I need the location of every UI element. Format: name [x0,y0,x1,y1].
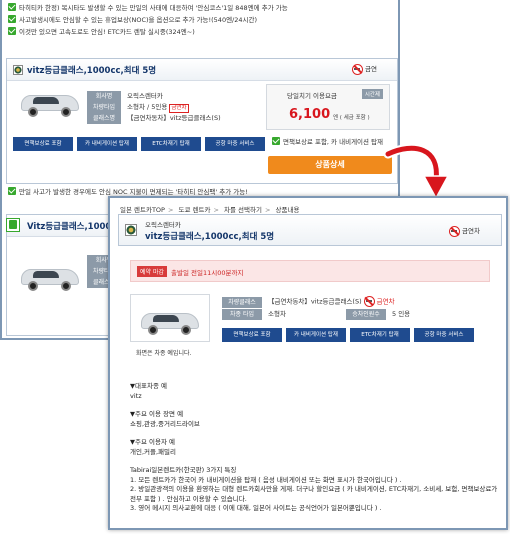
breadcrumb: 일본 렌트카TOP > 도쿄 렌트카 > 차를 선택하기 > 상품내용 [120,206,300,214]
feature-navi-button[interactable]: 카 내비게이션 탑재 [286,328,346,342]
spec-label: 차종 타입 [222,309,262,320]
checkmark-icon [8,15,16,23]
spec-label: 클래스명 [87,113,121,124]
price-value: 6,100 [289,107,331,122]
breadcrumb-item[interactable]: 도쿄 렌트카 [179,206,211,214]
no-smoking-icon [352,63,363,75]
spec-label: 차량클래스 [222,296,262,308]
checkmark-icon [8,27,16,35]
car-image [19,261,81,293]
spec-table: 회사명 오릭스렌터카 차량타입 소형차 / 5인용 금연차 클래스명 【금연차동차】vi… [87,91,221,124]
desc-body: 개인,커플,패밀리 [130,447,176,456]
detail-header: 오릭스렌터카 vitz등급클래스,1000cc,최대 5명 금연차 [118,214,502,246]
feature-airport-button[interactable]: 공항 마중 서비스 [205,137,265,151]
car-type-value: 소형차 [268,310,286,318]
product-detail-button[interactable]: 상품상세 [268,156,392,174]
company-logo-icon [13,65,23,75]
company-logo-icon [125,224,137,236]
price-tag: 시간제 [361,89,383,99]
feature-airport-button[interactable]: 공항 마중 서비스 [414,328,474,342]
feature-item: 3. 영어 메시지 의사교환에 대응 ( 이에 대해, 일본어 사이트는 공식언… [130,504,382,512]
no-smoking-icon [363,296,375,307]
card-title[interactable]: vitz등급클래스,1000cc,최대 5명 [27,64,156,76]
desc-heading: ▼주요 이용자 예 [130,438,176,446]
spec-label: 승차인원수 [346,309,386,320]
notice-line: 타히티카 한정) 복시타도 발생할 수 있는 만일의 사태에 대응하여 '안심코… [8,2,288,12]
car-image [139,305,201,337]
spec-label: 차량타입 [87,102,121,113]
notice-line: 사고발생시에도 안심할 수 있는 휴업보상(NOC)을 옵션으로 추가 가능!(… [8,14,257,24]
feature-etc-button[interactable]: ETC차재기 탑재 [350,328,410,342]
no-smoking-icon [449,225,460,237]
detail-window: 일본 렌트카TOP > 도쿄 렌트카 > 차를 선택하기 > 상품내용 오릭스렌터카 … [108,196,508,530]
spec-table: 차량클래스 【금연차동차】vitz등급클래스(S) 금연차 차종 타입 소형차 승차인원… [222,296,410,322]
feature-insurance-button[interactable]: 면책보상료 포함 [222,328,282,342]
feature-item: 2. 방일관광객의 이용을 환영하는 대형 렌트카회사만을 게재. 더구나 할인… [130,485,498,503]
class-name-value: 【금연차동차】vitz등급클래스(S) [127,114,221,122]
desc-body: 쇼핑,관광,중거리드라이브 [130,419,200,428]
included-note: 면책보상료 포함, 카 내비게이션 탑재 [272,136,383,146]
feature-etc-button[interactable]: ETC차재기 탑재 [141,137,201,151]
capacity-value: 5 인용 [392,310,411,318]
photo-caption: 화면은 차종 예입니다. [136,350,192,357]
checkmark-icon [8,3,16,11]
price-box: 당일치기 이용요금 시간제 6,100 엔 ( 세금 포함 ) [266,84,390,130]
car-photo [130,294,210,342]
desc-heading: ▼주요 이용 장면 예 [130,410,184,418]
spec-label: 회사명 [87,91,121,102]
deadline-tag: 예약 마감 [137,266,167,277]
company-badge-icon [6,218,20,232]
car-image [19,87,81,119]
breadcrumb-item[interactable]: 차를 선택하기 [224,206,262,214]
feature-navi-button[interactable]: 카 내비게이션 탑재 [77,137,137,151]
curved-arrow-icon [384,143,450,200]
breadcrumb-current: 상품내용 [275,206,300,214]
desc-heading: ▼대표차종 예 [130,382,167,390]
deadline-text: 출발일 전일11시00분까지 [171,269,244,277]
checkmark-icon [272,137,280,145]
reservation-deadline: 예약 마감 출발일 전일11시00분까지 [130,260,490,282]
company-name: 오릭스렌터카 [145,221,181,229]
card-title[interactable]: Vitz등급클래스,1000~ [27,220,118,232]
feature-insurance-button[interactable]: 면책보상료 포함 [13,137,73,151]
card-header: vitz등급클래스,1000cc,최대 5명 금연 [7,59,397,81]
no-smoking-tag: 금연차 [376,297,395,306]
price-unit: 엔 ( 세금 포함 ) [333,115,370,121]
desc-body: vitz [130,391,142,400]
company-value: 오릭스렌터카 [127,92,163,100]
features-title: Tabirai일본렌트카(한국판) 3가지 특징 [130,466,237,474]
no-smoking-label: 금연 [352,63,377,75]
no-smoking-tag: 금연차 [169,104,189,113]
product-title: vitz등급클래스,1000cc,최대 5명 [145,232,275,242]
car-type-value: 소형차 / 5인용 [127,103,168,111]
notice-line: 만일 사고가 발생한 경우에도 안심 NOC 지불이 면제되는 '타히티 안심팩… [8,186,248,196]
product-description: ▼대표차종 예 vitz ▼주요 이용 장면 예 쇼핑,관광,중거리드라이브 ▼… [130,382,500,514]
class-name-value: 【금연차동차】vitz등급클래스(S) [268,297,362,306]
price-label: 당일치기 이용요금 [287,92,337,100]
notice-line: 이것만 있으면 고속도로도 안심! ETC카드 렌탈 실시중(324엔~) [8,26,195,36]
feature-item: 1. 모든 렌트카가 한국어 카 내비게이션을 탑재 ( 음성 내비게이션 또는… [130,475,402,484]
checkmark-icon [8,187,16,195]
no-smoking-label: 금연차 [449,225,480,237]
breadcrumb-item[interactable]: 일본 렌트카TOP [120,206,165,214]
